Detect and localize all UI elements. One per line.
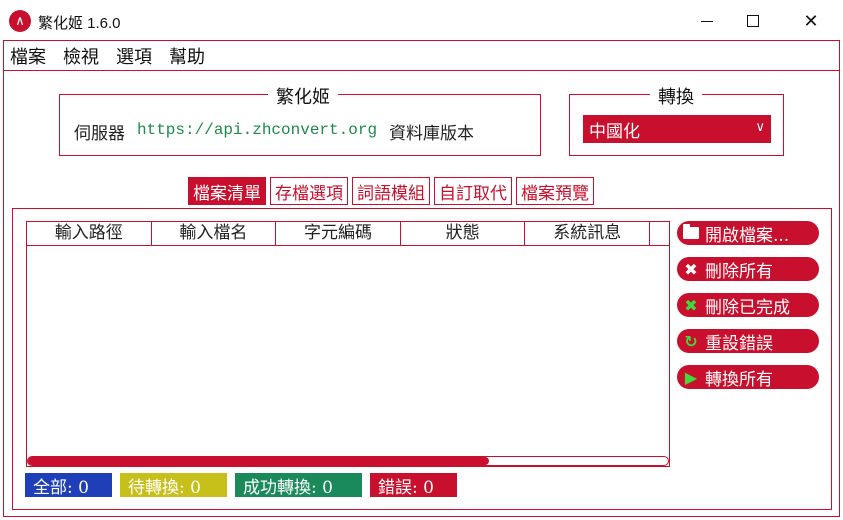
play-icon: ▶ — [684, 367, 698, 387]
convert-group-title: 轉換 — [650, 83, 702, 109]
column-system-message[interactable]: 系統訊息 — [525, 222, 651, 245]
menu-file[interactable]: 檔案 — [10, 43, 46, 69]
column-input-filename[interactable]: 輸入檔名 — [152, 222, 277, 245]
column-input-path[interactable]: 輸入路徑 — [27, 222, 152, 245]
convert-mode-value: 中國化 — [589, 121, 640, 142]
x-green-icon: ✖ — [684, 295, 698, 315]
convert-group: 轉換 中國化 ∨ — [569, 83, 784, 156]
folder-icon — [681, 223, 701, 243]
tab-phrase-modules[interactable]: 詞語模組 — [352, 177, 430, 205]
app-logo-icon[interactable]: ∧ — [9, 10, 31, 32]
delete-all-label: 刪除所有 — [705, 261, 773, 282]
server-label: 伺服器 — [74, 124, 125, 144]
reset-errors-label: 重設錯誤 — [705, 333, 773, 354]
tab-save-options[interactable]: 存檔選項 — [270, 177, 348, 205]
column-status[interactable]: 狀態 — [401, 222, 526, 245]
convert-all-label: 轉換所有 — [705, 369, 773, 390]
column-filler — [650, 222, 669, 245]
delete-all-button[interactable]: ✖ 刪除所有 — [677, 257, 819, 282]
menu-bar: 檔案 檢視 選項 幫助 — [4, 41, 839, 71]
convert-all-button[interactable]: ▶ 轉換所有 — [677, 365, 819, 390]
title-bar: ∧ 繁化姬 1.6.0 ✕ — [0, 0, 843, 42]
server-url[interactable]: https://api.zhconvert.org — [137, 119, 377, 144]
tab-bar: 檔案清單 存檔選項 詞語模組 自訂取代 檔案預覽 — [188, 177, 594, 205]
tab-file-preview[interactable]: 檔案預覽 — [516, 177, 594, 205]
minimize-icon — [701, 20, 713, 22]
status-error-badge: 錯誤: 0 — [370, 473, 457, 498]
menu-view[interactable]: 檢視 — [63, 43, 99, 69]
minimize-button[interactable] — [684, 6, 730, 36]
column-encoding[interactable]: 字元編碼 — [276, 222, 401, 245]
file-table[interactable]: 輸入路徑 輸入檔名 字元編碼 狀態 系統訊息 — [26, 221, 670, 467]
scrollbar-thumb[interactable] — [28, 457, 489, 465]
convert-mode-select[interactable]: 中國化 ∨ — [583, 115, 771, 143]
open-files-label: 開啟檔案... — [705, 225, 790, 246]
refresh-icon: ↻ — [684, 331, 698, 351]
status-all-badge: 全部: 0 — [25, 473, 112, 498]
close-button[interactable]: ✕ — [788, 6, 834, 36]
server-info-row: 伺服器 https://api.zhconvert.org 資料庫版本 — [74, 119, 474, 144]
status-pending-badge: 待轉換: 0 — [120, 473, 227, 498]
action-buttons: 開啟檔案... ✖ 刪除所有 ✖ 刪除已完成 ↻ 重設錯誤 ▶ 轉換所有 — [677, 221, 819, 390]
open-files-button[interactable]: 開啟檔案... — [677, 221, 819, 246]
menu-options[interactable]: 選項 — [116, 43, 152, 69]
chevron-down-icon: ∨ — [755, 120, 765, 135]
status-bar: 全部: 0 待轉換: 0 成功轉換: 0 錯誤: 0 — [25, 473, 457, 498]
maximize-icon — [747, 15, 759, 27]
tab-custom-replace[interactable]: 自訂取代 — [434, 177, 512, 205]
file-list-panel: 輸入路徑 輸入檔名 字元編碼 狀態 系統訊息 開啟檔案... ✖ 刪除所有 ✖ … — [12, 208, 832, 510]
menu-help[interactable]: 幫助 — [169, 43, 205, 69]
window-title: 繁化姬 1.6.0 — [38, 15, 121, 32]
maximize-button[interactable] — [730, 6, 776, 36]
delete-completed-button[interactable]: ✖ 刪除已完成 — [677, 293, 819, 318]
x-icon: ✖ — [684, 259, 698, 279]
db-version-label: 資料庫版本 — [389, 124, 475, 144]
horizontal-scrollbar[interactable] — [27, 456, 669, 466]
delete-completed-label: 刪除已完成 — [705, 297, 790, 318]
tab-file-list[interactable]: 檔案清單 — [188, 177, 266, 205]
server-group-title: 繁化姬 — [268, 83, 338, 109]
close-icon: ✕ — [803, 10, 819, 32]
reset-errors-button[interactable]: ↻ 重設錯誤 — [677, 329, 819, 354]
status-success-badge: 成功轉換: 0 — [235, 473, 362, 498]
server-group: 繁化姬 伺服器 https://api.zhconvert.org 資料庫版本 — [59, 83, 541, 156]
table-header: 輸入路徑 輸入檔名 字元編碼 狀態 系統訊息 — [27, 222, 669, 246]
